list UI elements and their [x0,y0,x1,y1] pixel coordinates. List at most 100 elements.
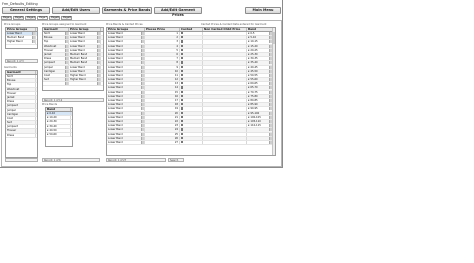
assigned-price-group-cell[interactable]: Lower Band [69,48,101,52]
pieces-price-cell[interactable]: 8 [145,61,180,65]
price-table-scrollbar[interactable] [272,28,275,155]
table-row[interactable]: Lower Band 27 [107,140,275,146]
pieces-price-cell[interactable]: 24 [145,128,180,132]
assigned-garment-cell[interactable]: Jumper [43,65,69,69]
non-carded-child-price-cell[interactable] [203,73,247,78]
band-cell[interactable] [247,140,273,145]
carded-checkbox[interactable] [181,65,184,68]
non-carded-child-price-cell[interactable] [203,36,247,40]
price-group-cell[interactable]: Lower Band [107,36,145,40]
pieces-price-cell[interactable]: 21 [145,115,180,119]
price-group-cell[interactable]: Lower Band [107,128,145,132]
assigned-garment-cell[interactable]: Jacket [43,52,69,57]
band-cell[interactable]: £ 40-45 [247,65,273,69]
carded-cell[interactable] [180,111,203,115]
price-group-cell[interactable]: Lower Band [107,132,145,136]
carded-checkbox[interactable] [181,136,184,139]
garment-list[interactable]: Garment Skirt Blouse Top Waistcoat Trouser Ja… [5,70,38,158]
pieces-price-cell[interactable]: 16 [145,94,180,98]
band-cell[interactable]: £ 75-80 [247,94,273,98]
price-group-cell[interactable]: Lower Band [107,44,145,48]
pieces-price-cell[interactable]: 4 [145,44,180,48]
band-cell[interactable]: £ 5-10 [247,36,273,40]
price-group-cell[interactable]: Lower Band [107,115,145,119]
price-group-cell[interactable]: Lower Band [107,99,145,103]
assigned-garment-cell[interactable]: Skirt [43,32,69,36]
carded-cell[interactable] [180,69,203,73]
carded-checkbox[interactable] [181,124,184,127]
assigned-garment-cell[interactable]: Blouse [43,36,69,40]
carded-cell[interactable] [180,32,203,36]
assigned-price-group-cell[interactable]: Lower Band [69,44,101,48]
scrollbar-thumb[interactable] [273,32,275,44]
non-carded-child-price-cell[interactable] [203,115,247,119]
carded-checkbox[interactable] [181,111,184,114]
carded-checkbox[interactable] [181,119,184,123]
pieces-price-cell[interactable]: 14 [145,86,180,90]
pieces-price-cell[interactable]: 11 [145,73,180,78]
pieces-price-cell[interactable]: 10 [145,69,180,73]
non-carded-child-price-cell[interactable] [203,44,247,48]
add-edit-garment-prices-button[interactable]: Add/Edit Garment Prices [154,7,202,17]
price-group-cell[interactable]: Lower Band [107,52,145,57]
pieces-price-cell[interactable]: 23 [145,124,180,128]
assigned-price-group-cell[interactable]: Lower Band [69,36,101,40]
band-cell[interactable]: £ 0-5 [247,32,273,36]
assigned-garment-cell[interactable]: Trouser [43,48,69,52]
assigned-garment-cell[interactable]: Top [43,40,69,44]
non-carded-child-price-cell[interactable] [203,57,247,61]
list-item[interactable]: £ 50-60 [46,132,72,138]
price-group-cell[interactable]: Lower Band [107,78,145,82]
main-menu-button[interactable]: Main Menu [245,7,281,14]
price-group-cell[interactable]: Lower Band [107,40,145,44]
pieces-price-cell[interactable]: 17 [145,99,180,103]
non-carded-child-price-cell[interactable] [203,52,247,57]
pieces-price-cell[interactable]: 13 [145,82,180,86]
band-cell[interactable]: £ 50-55 [247,73,273,78]
band-cell[interactable]: £ 20-25 [247,48,273,52]
carded-cell[interactable] [180,90,203,94]
assigned-price-group-cell[interactable]: Higher Band [69,73,101,78]
assigned-price-group-cell[interactable]: Lower Band [69,32,101,36]
pieces-price-cell[interactable]: 20 [145,111,180,115]
garment-list-record-nav[interactable] [5,158,38,162]
carded-cell[interactable] [180,52,203,57]
non-carded-child-price-cell[interactable] [203,94,247,98]
price-group-cell[interactable]: Lower Band [107,86,145,90]
assigned-price-group-cell[interactable]: Medium Band [69,61,101,65]
carded-checkbox[interactable] [181,44,184,47]
carded-checkbox[interactable] [181,99,184,102]
price-group-cell[interactable]: Lower Band [107,119,145,124]
carded-cell[interactable] [180,103,203,107]
pieces-price-cell[interactable]: 27 [145,140,180,145]
price-group-cell[interactable]: Lower Band [107,124,145,128]
price-group-cell[interactable]: Lower Band [107,90,145,94]
price-group-cell[interactable]: Lower Band [107,111,145,115]
price-group-cell[interactable]: Lower Band [107,57,145,61]
pieces-price-cell[interactable]: 7 [145,57,180,61]
carded-cell[interactable] [180,40,203,44]
carded-checkbox[interactable] [181,107,184,110]
carded-checkbox[interactable] [181,40,184,43]
carded-cell[interactable] [180,94,203,98]
assigned-record-nav[interactable]: Record: 1 of 12 [42,98,104,102]
bands-list[interactable]: Band £ 0-10 £ 10-20 £ 20-30 £ 30-40 £ 40-50 £… [45,107,73,147]
price-group-cell[interactable]: Lower Band [107,32,145,36]
band-cell[interactable]: £ 70-75 [247,90,273,94]
general-settings-button[interactable]: General Settings [2,7,50,14]
price-table-search-box[interactable]: Search [168,158,184,162]
carded-cell[interactable] [180,107,203,111]
band-cell[interactable]: £ 90-95 [247,107,273,111]
price-group-cell[interactable]: Lower Band [107,136,145,140]
pieces-price-cell[interactable]: 2 [145,36,180,40]
carded-cell[interactable] [180,140,203,145]
non-carded-child-price-cell[interactable] [203,124,247,128]
carded-checkbox[interactable] [181,69,184,72]
list-item[interactable]: Dress [6,133,37,138]
price-table-record-nav[interactable]: Record: 1 of 27 [106,158,166,162]
band-cell[interactable]: £ 95-100 [247,111,273,115]
band-cell[interactable] [247,128,273,132]
price-groups-list[interactable]: Price Groups Lower Band Medium Band Higher… [5,27,38,49]
band-cell[interactable]: £ 80-85 [247,99,273,103]
bands-record-nav[interactable]: Record: 1 of 6 [42,158,100,162]
